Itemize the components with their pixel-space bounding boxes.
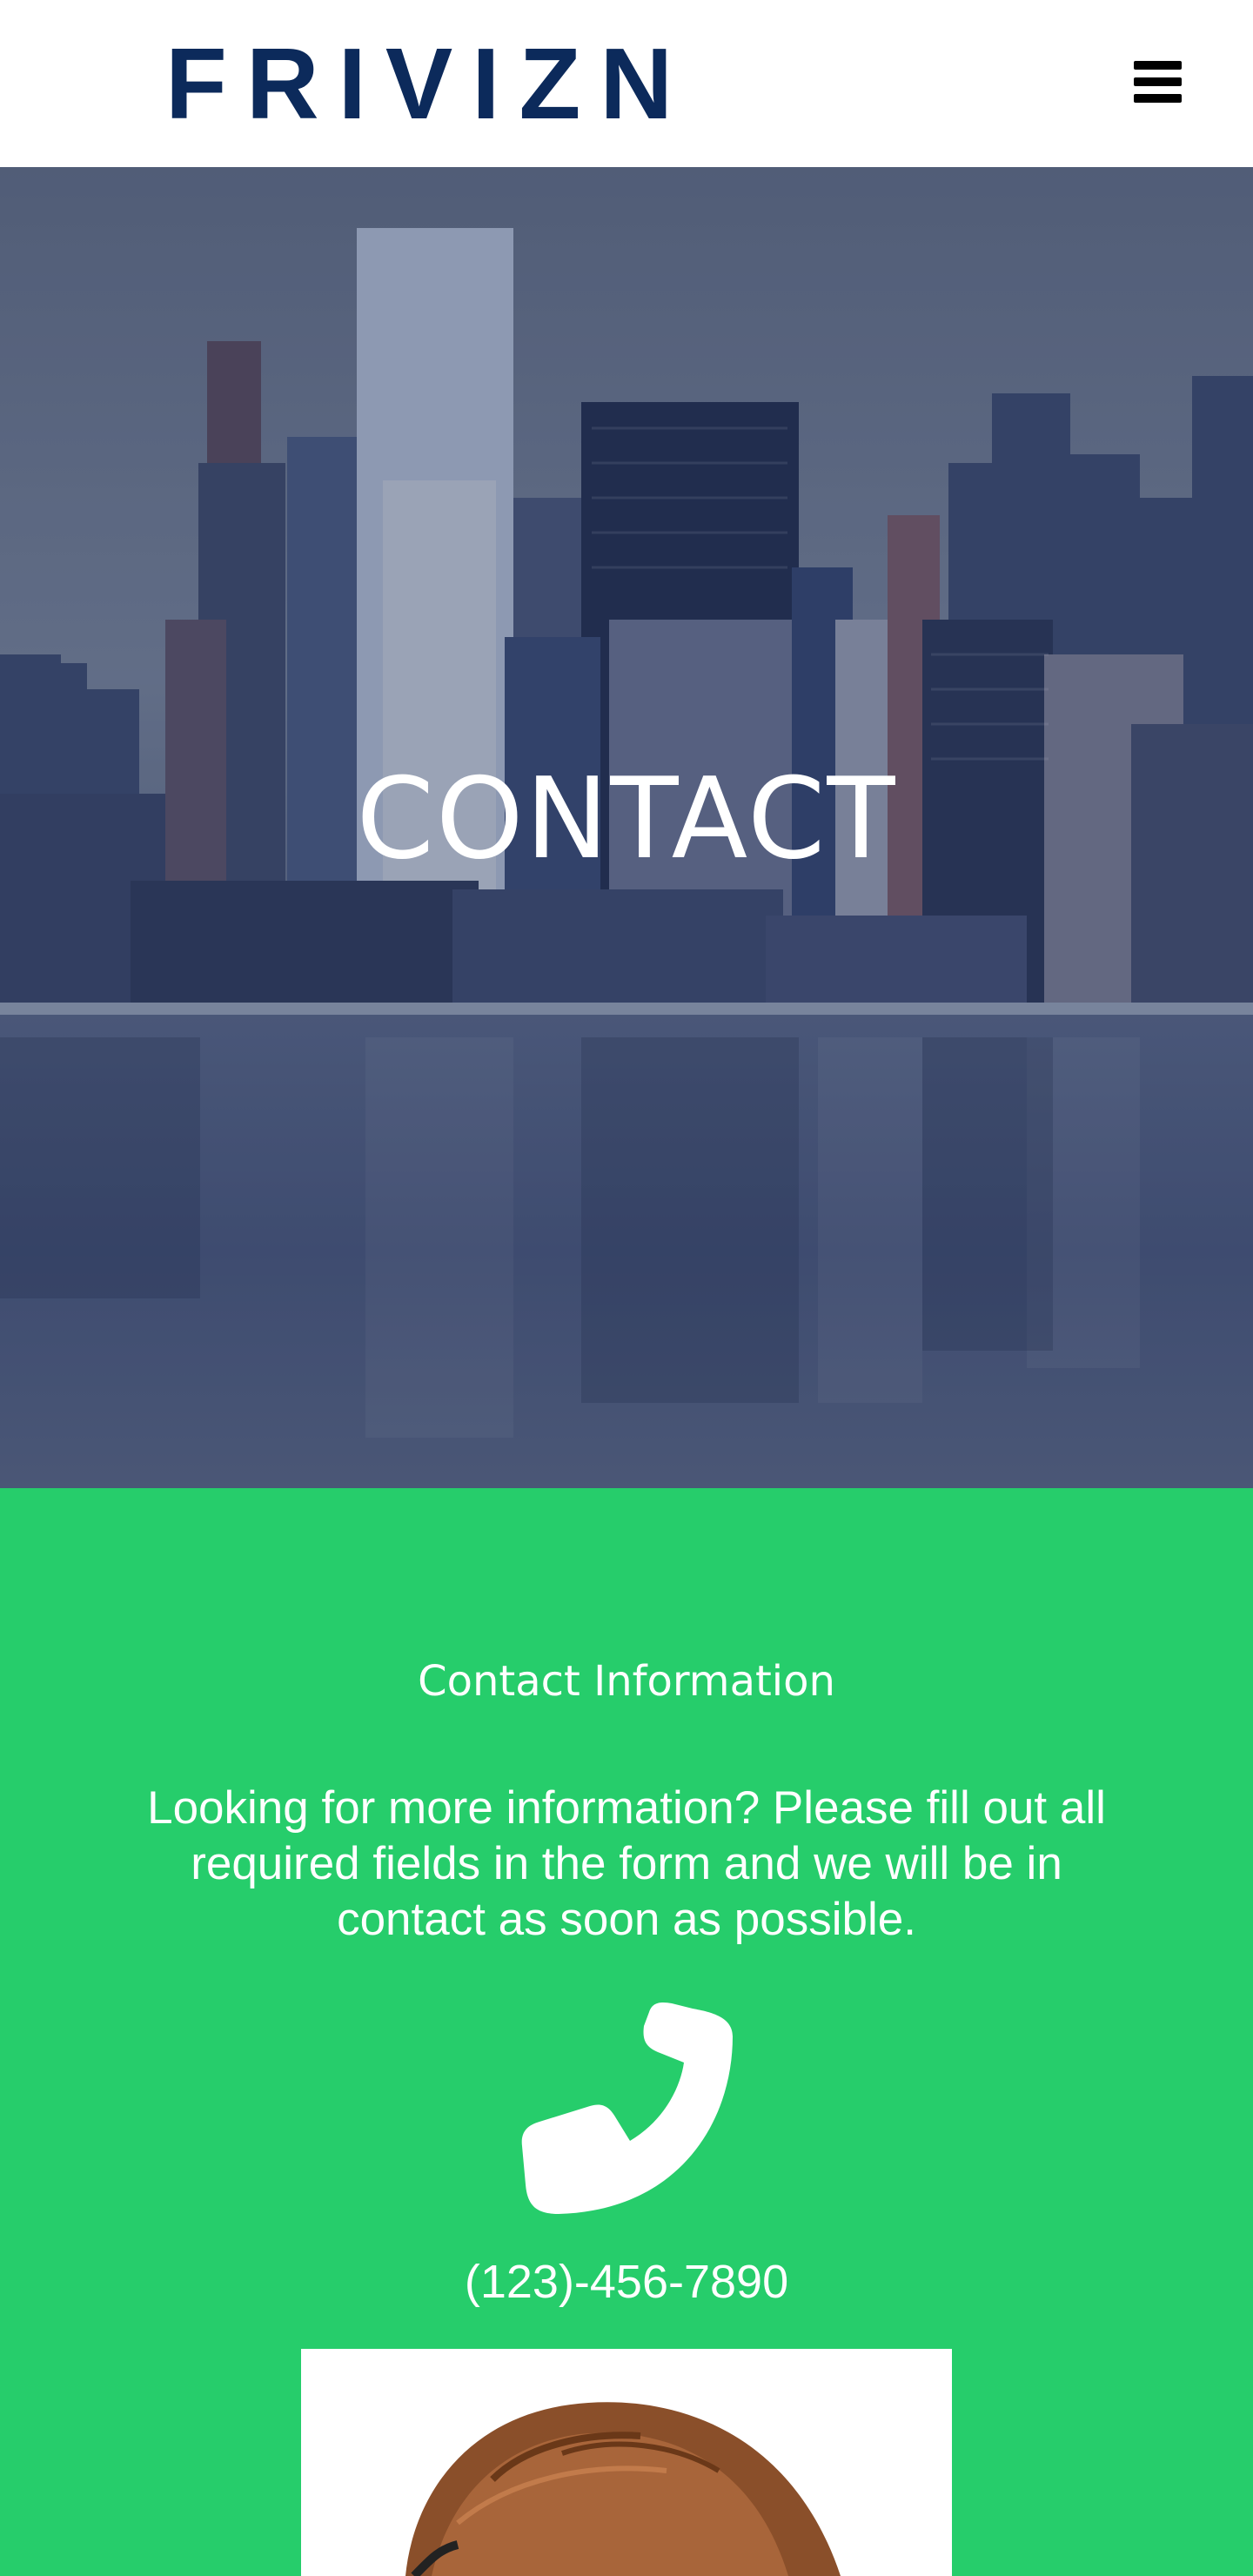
hero-title: CONTACT	[356, 755, 897, 884]
hamburger-menu-icon[interactable]	[1131, 57, 1185, 106]
site-header: FRIVIZN	[0, 0, 1253, 167]
site-logo[interactable]: FRIVIZN	[165, 33, 692, 134]
phone-number[interactable]: (123)-456-7890	[0, 2254, 1253, 2310]
contact-heading: Contact Information	[418, 1657, 835, 1706]
hero-banner: CONTACT	[0, 167, 1253, 1488]
contact-section: Contact Information Looking for more inf…	[0, 1488, 1253, 2576]
page: FRIVIZN CONTACT Contact Information Look…	[0, 0, 1253, 2576]
support-agent-photo	[301, 2349, 952, 2576]
phone-icon	[521, 2002, 733, 2214]
contact-description: Looking for more information? Please fil…	[147, 1782, 1106, 1945]
